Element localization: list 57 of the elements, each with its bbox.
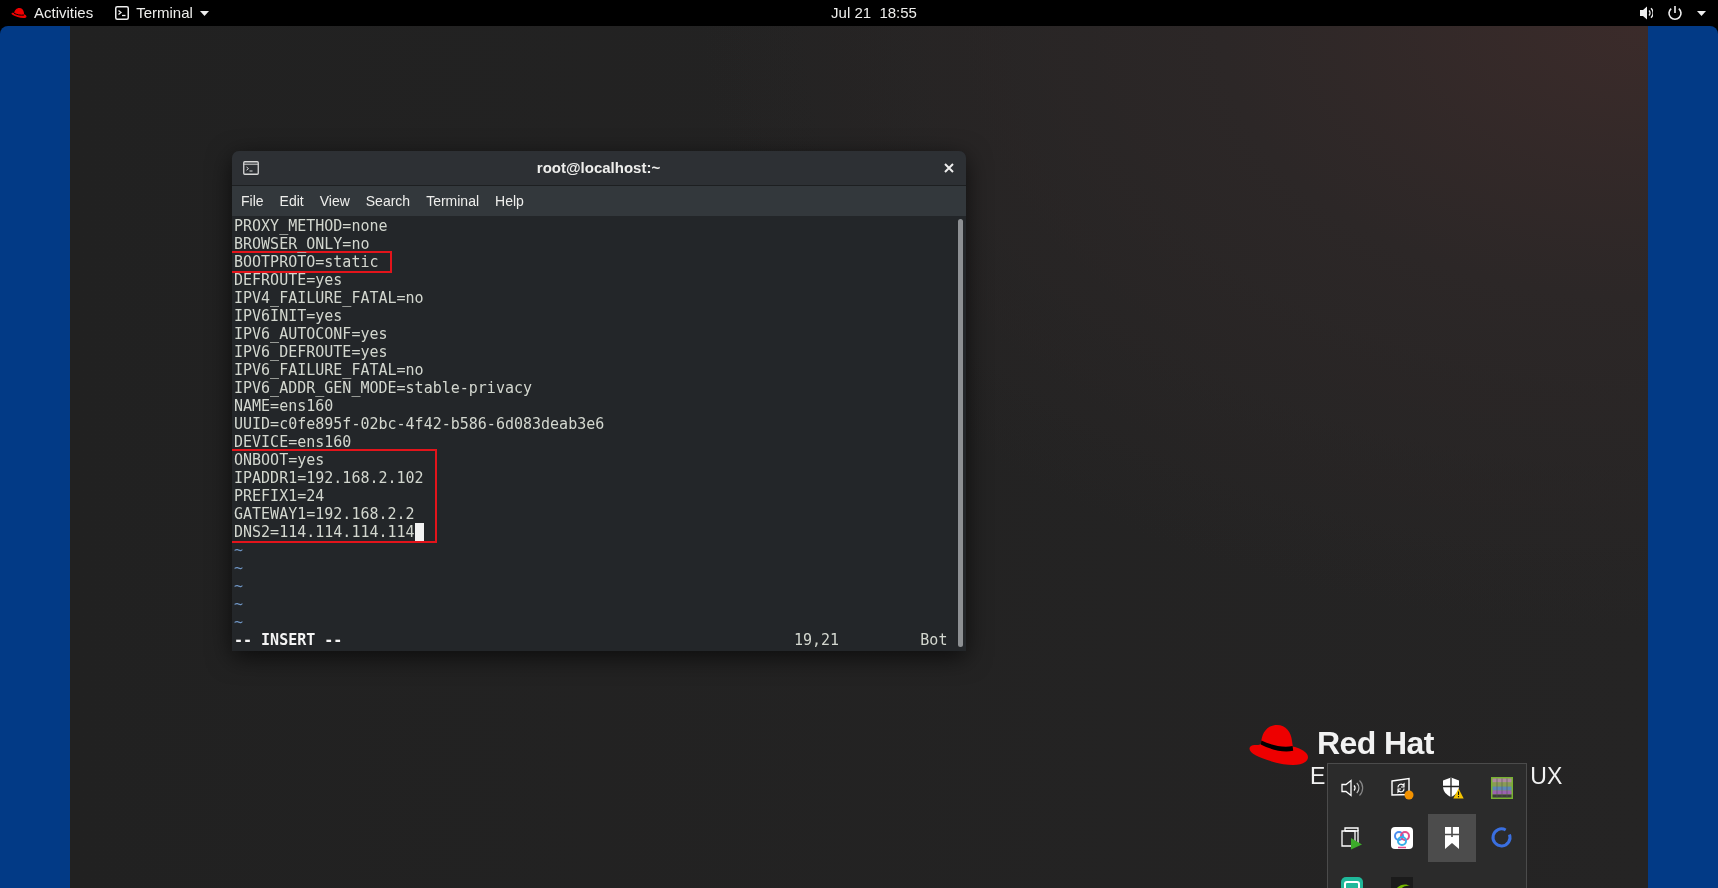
empty-line-marker: ~ (234, 595, 244, 613)
clock-button[interactable]: Jul 21 18:55 (825, 0, 923, 26)
code-line: IPV6_DEFROUTE=yes (234, 343, 388, 361)
code-line: ONBOOT=yes (234, 451, 325, 469)
media-window-icon (1340, 826, 1364, 850)
ring-icon (1490, 826, 1514, 850)
code-line: DEFROUTE=yes (234, 271, 343, 289)
cursor-position: 19,21 (793, 631, 840, 649)
empty-line-marker: ~ (234, 577, 244, 595)
speaker-icon (1340, 776, 1364, 800)
code-line: BROWSER_ONLY=no (234, 235, 370, 253)
activities-button[interactable]: Activities (5, 0, 100, 26)
power-icon (1667, 5, 1683, 21)
tray-item[interactable] (1428, 814, 1476, 862)
code-line: NAME=ens160 (234, 397, 334, 415)
menu-item[interactable]: Search (357, 186, 419, 216)
menu-item[interactable]: Edit (271, 186, 312, 216)
shield-warning-icon (1440, 776, 1464, 800)
hat-logo-icon (1249, 724, 1309, 766)
scroll-position: Bot (920, 631, 948, 649)
code-line: DEVICE=ens160 (234, 433, 352, 451)
terminal-icon (243, 161, 259, 175)
code-line: IPV6_ADDR_GEN_MODE=stable-privacy (234, 379, 532, 397)
logo-wordmark: Red Hat (1317, 724, 1434, 762)
menu-item[interactable]: Help (487, 186, 532, 216)
code-line: PREFIX1=24 (234, 487, 325, 505)
color-grid-icon (1490, 776, 1514, 800)
caret-icon (1697, 10, 1706, 16)
circles-app-icon (1390, 826, 1414, 850)
code-line: IPADDR1=192.168.2.102 (234, 469, 424, 487)
menu-item[interactable]: Terminal (418, 186, 488, 216)
code-line: IPV6_FAILURE_FATAL=no (234, 361, 424, 379)
caret-icon (199, 10, 209, 16)
hat-icon (11, 7, 27, 19)
app-menu-button[interactable]: Terminal (109, 0, 215, 26)
scrollbar-thumb[interactable] (958, 219, 963, 647)
menu-item[interactable]: File (233, 186, 272, 216)
code-line: IPV6INIT=yes (234, 307, 343, 325)
code-line: IPV6_AUTOCONF=yes (234, 325, 388, 343)
code-line: IPV4_FAILURE_FATAL=no (234, 289, 424, 307)
empty-line-marker: ~ (234, 541, 244, 559)
volume-icon (1639, 5, 1653, 21)
terminal-icon (115, 6, 130, 20)
logo-subtitle: E (1310, 762, 1326, 790)
logo-subtitle: UX (1530, 762, 1563, 790)
window-title: root@localhost:~ (536, 159, 661, 177)
code-line: GATEWAY1=192.168.2.2 (234, 505, 415, 523)
code-line: UUID=c0fe895f-02bc-4f42-b586-6d083deab3e6 (234, 415, 605, 433)
empty-line-marker: ~ (234, 559, 244, 577)
code-line: DNS2=114.114.114.114 (234, 523, 415, 541)
empty-line-marker: ~ (234, 613, 244, 631)
code-line: PROXY_METHOD=none (234, 217, 388, 235)
monitor-sync-icon (1390, 776, 1414, 800)
close-icon[interactable] (944, 163, 954, 173)
menu-item[interactable]: View (311, 186, 358, 216)
code-line: BOOTPROTO=static (234, 253, 379, 271)
mode-indicator: -- INSERT -- (234, 631, 343, 649)
